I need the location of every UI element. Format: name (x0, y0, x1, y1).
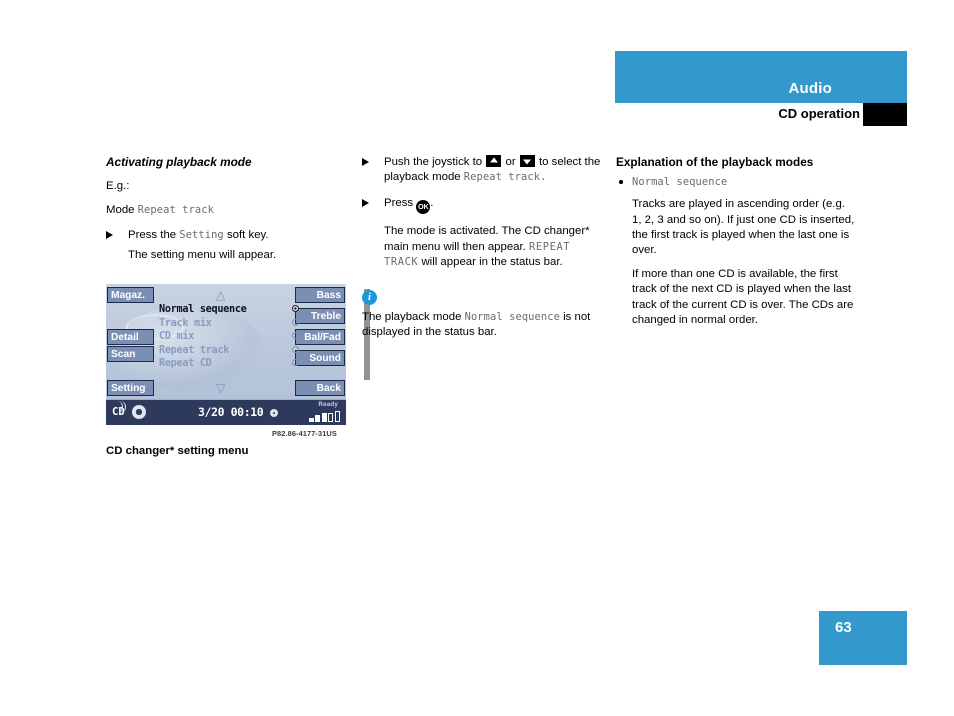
header-subtitle-row: CD operation (615, 103, 907, 127)
status-small-disc-icon (270, 409, 278, 417)
menu-item-repeat-track[interactable]: Repeat track (159, 344, 294, 358)
scroll-up-arrow-icon[interactable]: △ (216, 289, 225, 301)
radio-repeat-cd[interactable] (292, 359, 299, 367)
right-column-heading: Explanation of the playback modes (616, 155, 814, 169)
mid-step-2-result: The mode is activated. The CD changer* m… (362, 224, 604, 270)
status-ready-label: Ready (318, 401, 338, 408)
mode-line: Mode Repeat track (106, 203, 349, 218)
header-subtitle: CD operation (778, 106, 860, 121)
cd-wave-arc-icon-2 (115, 401, 126, 413)
left-column: Activating playback mode E.g.: Mode Repe… (106, 155, 349, 272)
info-note-text-a: The playback mode (362, 311, 462, 324)
radio-cd-mix[interactable] (292, 332, 299, 340)
radio-normal-sequence[interactable] (292, 305, 299, 312)
mid-step-2-period: . (430, 197, 434, 210)
mid-result-text-b: will appear in the status bar. (421, 255, 563, 268)
mid-step-1-mode-name: Repeat track (463, 171, 541, 184)
cd-status-bar: CD 3/20 00:10 Ready (106, 399, 346, 425)
figure-reference-code: P82.86-4177-31US (272, 429, 337, 438)
middle-column: Push the joystick to or to select the pl… (362, 155, 604, 340)
left-step-1-softkey-name: Setting (179, 228, 224, 241)
left-step-1-pre: Press the (128, 228, 177, 241)
status-track-number: 3/20 (198, 405, 225, 419)
softkey-detail[interactable]: Detail (107, 329, 154, 345)
mid-step-1-pre: Push the joystick to (384, 156, 483, 168)
left-step-1-result: The setting menu will appear. (128, 248, 277, 261)
cd-display: △ ▽ Magaz. Detail Scan Setting Bass Treb… (106, 284, 346, 425)
joystick-up-icon[interactable] (486, 155, 502, 167)
mode-label: Mode (106, 204, 135, 217)
header-band: Audio (615, 51, 907, 103)
status-signal-bars-icon (308, 411, 340, 422)
playback-mode-name: Normal sequence (632, 176, 728, 189)
left-column-heading: Activating playback mode (106, 155, 252, 169)
status-track-time: 3/20 00:10 (198, 405, 264, 419)
bullet-dot-icon (619, 180, 623, 184)
menu-item-normal-sequence[interactable]: Normal sequence (159, 303, 294, 317)
mode-value: Repeat track (137, 204, 214, 217)
left-step-1-post: soft key. (226, 228, 269, 241)
scroll-down-arrow-icon[interactable]: ▽ (216, 382, 225, 394)
playback-mode-menu: Normal sequence Track mix CD mix Repeat … (159, 303, 294, 371)
ok-button-icon[interactable]: OK (416, 200, 431, 215)
radio-repeat-track[interactable] (292, 345, 299, 353)
right-paragraph-2: If more than one CD is available, the fi… (632, 268, 854, 326)
left-step-1: Press the Setting soft key. (106, 228, 349, 243)
footer-band: 63 (819, 611, 907, 665)
mid-step-1-period: . (540, 171, 547, 184)
info-note-text: The playback mode Normal sequence is not… (362, 310, 604, 340)
cd-changer-display-figure: △ ▽ Magaz. Detail Scan Setting Bass Treb… (106, 284, 346, 425)
info-icon: i (362, 290, 377, 306)
joystick-down-icon[interactable] (519, 155, 535, 167)
mid-step-2-pre: Press (384, 197, 414, 210)
menu-item-track-mix[interactable]: Track mix (159, 317, 294, 331)
right-column: Explanation of the playback modes Normal… (616, 155, 856, 337)
softkey-back[interactable]: Back (295, 380, 345, 396)
triangle-bullet-icon (106, 230, 113, 239)
softkey-sound[interactable]: Sound (295, 350, 345, 366)
triangle-bullet-icon (362, 199, 369, 208)
softkey-bal-fad[interactable]: Bal/Fad (295, 329, 345, 345)
figure-caption: CD changer* setting menu (106, 445, 249, 457)
softkey-scan[interactable]: Scan (107, 346, 154, 362)
header-title: Audio (788, 80, 832, 97)
playback-mode-radio-group (292, 305, 299, 373)
page-number: 63 (835, 619, 852, 636)
cd-disc-icon (132, 405, 147, 419)
mid-step-2: Press OK. (362, 196, 604, 215)
status-elapsed-time: 00:10 (230, 405, 264, 419)
mid-step-1-or: or (505, 156, 516, 168)
playback-mode-list-item: Normal sequence (616, 175, 856, 190)
cd-display-main-area: △ ▽ Magaz. Detail Scan Setting Bass Treb… (106, 284, 346, 400)
softkey-bass[interactable]: Bass (295, 287, 345, 303)
softkey-treble[interactable]: Treble (295, 308, 345, 324)
menu-item-cd-mix[interactable]: CD mix (159, 330, 294, 344)
softkey-setting[interactable]: Setting (107, 380, 154, 396)
info-note-mode-name: Normal sequence (464, 311, 560, 324)
triangle-bullet-icon (362, 158, 369, 166)
info-note-block: i The playback mode Normal sequence is n… (362, 290, 604, 340)
header-black-marker (863, 103, 907, 126)
eg-label: E.g.: (106, 180, 130, 193)
mid-step-1: Push the joystick to or to select the pl… (362, 155, 604, 185)
menu-item-repeat-cd[interactable]: Repeat CD (159, 357, 294, 371)
manual-page: Audio CD operation Activating playback m… (0, 0, 954, 716)
radio-track-mix[interactable] (292, 318, 299, 326)
softkey-magazine[interactable]: Magaz. (107, 287, 154, 303)
right-paragraph-1: Tracks are played in ascending order (e.… (632, 198, 855, 257)
